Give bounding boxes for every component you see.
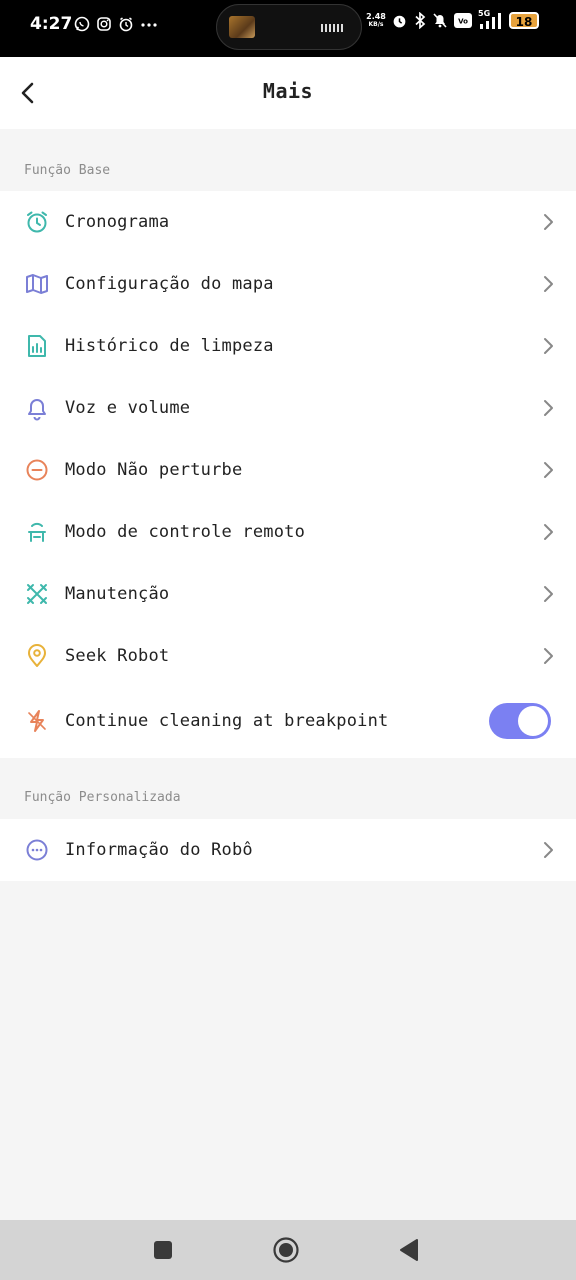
report-icon bbox=[24, 333, 50, 359]
minus-circle-icon bbox=[24, 457, 50, 483]
menu-item-label: Histórico de limpeza bbox=[65, 336, 274, 356]
audio-bars-icon bbox=[321, 24, 343, 32]
location-pin-icon bbox=[24, 643, 50, 669]
speed-value: 2.48 bbox=[366, 11, 386, 21]
status-bar: 4:27 2.48 KB/s Vo 5G 18 bbox=[0, 0, 576, 57]
menu-item-label: Informação do Robô bbox=[65, 840, 253, 860]
network-speed: 2.48 KB/s bbox=[366, 11, 386, 29]
menu-item-map-settings[interactable]: Configuração do mapa bbox=[0, 253, 576, 315]
breakpoint-resume-toggle[interactable] bbox=[489, 703, 551, 739]
notification-icons bbox=[74, 16, 158, 32]
base-function-group: Cronograma Configuração do mapa Históric… bbox=[0, 191, 576, 758]
status-time: 4:27 bbox=[30, 14, 73, 34]
menu-item-label: Voz e volume bbox=[65, 398, 191, 418]
signal-5g: 5G bbox=[478, 9, 504, 29]
chevron-right-icon bbox=[544, 586, 553, 602]
menu-item-schedule[interactable]: Cronograma bbox=[0, 191, 576, 253]
chevron-right-icon bbox=[544, 400, 553, 416]
alarm-icon bbox=[119, 17, 133, 32]
page-title: Mais bbox=[262, 79, 314, 103]
chevron-right-icon bbox=[544, 276, 553, 292]
map-icon bbox=[24, 271, 50, 297]
speed-unit: KB/s bbox=[368, 20, 384, 28]
chevron-right-icon bbox=[544, 214, 553, 230]
menu-item-robot-info[interactable]: Informação do Robô bbox=[0, 819, 576, 881]
menu-item-cleaning-history[interactable]: Histórico de limpeza bbox=[0, 315, 576, 377]
chevron-right-icon bbox=[544, 842, 553, 858]
volte-icon: Vo bbox=[454, 13, 472, 28]
bluetooth-icon bbox=[415, 12, 426, 29]
dynamic-island[interactable] bbox=[216, 4, 362, 50]
recents-button[interactable] bbox=[148, 1235, 178, 1265]
menu-item-label: Modo Não perturbe bbox=[65, 460, 243, 480]
menu-item-breakpoint-resume: Continue cleaning at breakpoint bbox=[0, 689, 576, 753]
bell-icon bbox=[24, 395, 50, 421]
toggle-knob bbox=[518, 706, 548, 736]
instagram-icon bbox=[97, 17, 111, 31]
custom-function-group: Informação do Robô bbox=[0, 819, 576, 881]
battery-indicator: 18 bbox=[509, 12, 539, 29]
signal-bars-icon bbox=[480, 13, 501, 29]
app-header: Mais bbox=[0, 57, 576, 129]
menu-item-do-not-disturb[interactable]: Modo Não perturbe bbox=[0, 439, 576, 501]
menu-item-label: Configuração do mapa bbox=[65, 274, 274, 294]
chevron-right-icon bbox=[544, 648, 553, 664]
whatsapp-icon bbox=[74, 16, 90, 32]
home-circle-icon bbox=[273, 1237, 299, 1263]
menu-item-label: Modo de controle remoto bbox=[65, 522, 306, 542]
system-icons: 2.48 KB/s Vo 5G 18 bbox=[366, 9, 539, 29]
alarm-clock-icon bbox=[24, 209, 50, 235]
svg-text:Vo: Vo bbox=[458, 18, 468, 26]
more-circle-icon bbox=[24, 837, 50, 863]
maintenance-icon bbox=[24, 581, 50, 607]
menu-item-voice-volume[interactable]: Voz e volume bbox=[0, 377, 576, 439]
home-button[interactable] bbox=[271, 1235, 301, 1265]
menu-item-maintenance[interactable]: Manutenção bbox=[0, 563, 576, 625]
section-title-base: Função Base bbox=[24, 163, 111, 178]
menu-item-seek-robot[interactable]: Seek Robot bbox=[0, 625, 576, 687]
chevron-right-icon bbox=[544, 524, 553, 540]
square-icon bbox=[154, 1241, 172, 1259]
back-nav-button[interactable] bbox=[394, 1235, 424, 1265]
menu-item-label: Manutenção bbox=[65, 584, 170, 604]
menu-item-label: Seek Robot bbox=[65, 646, 170, 666]
lightning-icon bbox=[24, 708, 50, 734]
chevron-right-icon bbox=[544, 338, 553, 354]
system-navigation-bar bbox=[0, 1220, 576, 1280]
menu-item-remote-control[interactable]: Modo de controle remoto bbox=[0, 501, 576, 563]
menu-item-label: Continue cleaning at breakpoint bbox=[65, 711, 389, 731]
more-dots-icon bbox=[141, 23, 157, 27]
section-title-custom: Função Personalizada bbox=[24, 790, 181, 805]
menu-item-label: Cronograma bbox=[65, 212, 170, 232]
chevron-right-icon bbox=[544, 462, 553, 478]
alarm-clock-icon bbox=[393, 15, 406, 28]
remote-icon bbox=[24, 519, 50, 545]
mute-bell-icon bbox=[433, 13, 447, 28]
media-thumbnail bbox=[229, 16, 255, 38]
back-triangle-icon bbox=[400, 1239, 418, 1261]
